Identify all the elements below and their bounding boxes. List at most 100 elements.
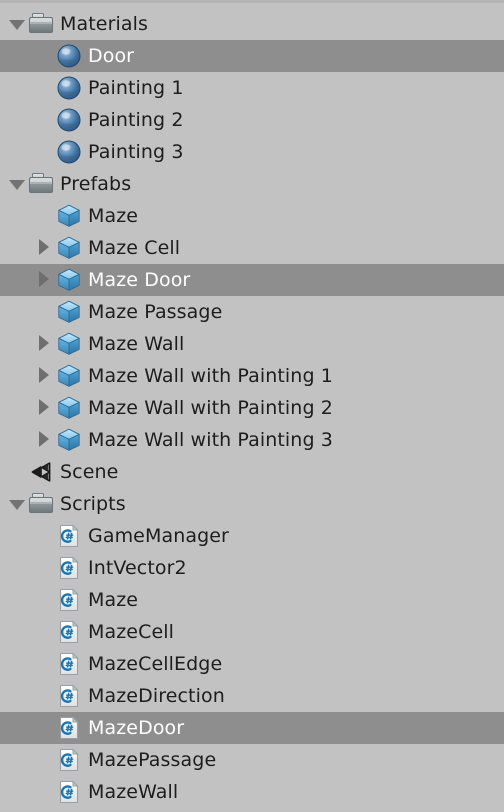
tree-item-label: Maze Wall with Painting 1 [88,365,333,387]
material-icon [56,139,82,165]
tree-item-label: Painting 2 [88,109,184,131]
tree-row[interactable]: Materials [0,8,504,40]
project-asset-tree-panel: Materials Door Painting 1 Painting 2 Paintin… [0,0,504,812]
tree-item-label: Painting 3 [88,141,184,163]
material-icon [56,75,82,101]
tree-item-label: Maze [88,205,139,227]
chevron-right-icon[interactable] [34,232,56,264]
tree-row[interactable]: Scene [0,456,504,488]
tree-row[interactable]: Maze Door [0,264,504,296]
prefab-icon [56,299,82,325]
tree-item-label: MazeCellEdge [88,653,223,675]
tree-item-label: Maze Passage [88,301,223,323]
tree-item-label: Door [88,45,135,67]
prefab-icon [56,331,82,357]
tree-row[interactable]: Maze Wall with Painting 2 [0,392,504,424]
chevron-down-icon[interactable] [6,488,28,520]
tree-item-label: Maze [88,589,139,611]
tree-item-label: Maze Cell [88,237,181,259]
tree-row[interactable]: Prefabs [0,168,504,200]
tree-item-label: Maze Door [88,269,191,291]
tree-row[interactable]: Maze [0,584,504,616]
tree-row[interactable]: MazePassage [0,744,504,776]
prefab-icon [56,235,82,261]
tree-row[interactable]: MazeCellEdge [0,648,504,680]
folder-icon [28,491,54,517]
tree-row[interactable]: Maze Wall with Painting 3 [0,424,504,456]
tree-item-label: IntVector2 [88,557,187,579]
tree-row[interactable]: Painting 3 [0,136,504,168]
prefab-icon [56,203,82,229]
tree-item-label: MazeDoor [88,717,185,739]
tree-row[interactable]: Painting 2 [0,104,504,136]
prefab-icon [56,267,82,293]
tree-item-label: Materials [60,13,148,35]
csharp-script-icon [56,587,82,613]
csharp-script-icon [56,747,82,773]
asset-tree[interactable]: Materials Door Painting 1 Painting 2 Paintin… [0,8,504,808]
tree-row[interactable]: Maze Wall with Painting 1 [0,360,504,392]
csharp-script-icon [56,683,82,709]
tree-item-label: Maze Wall with Painting 2 [88,397,333,419]
tree-item-label: MazeWall [88,781,179,803]
material-icon [56,107,82,133]
csharp-script-icon [56,651,82,677]
tree-item-label: Scene [60,461,119,483]
tree-item-label: MazePassage [88,749,217,771]
panel-top-border [0,0,504,3]
chevron-right-icon[interactable] [34,360,56,392]
chevron-down-icon[interactable] [6,8,28,40]
tree-item-label: MazeCell [88,621,175,643]
tree-row[interactable]: Maze Passage [0,296,504,328]
tree-row[interactable]: MazeWall [0,776,504,808]
tree-row[interactable]: Maze Cell [0,232,504,264]
tree-row[interactable]: MazeDirection [0,680,504,712]
folder-icon [28,171,54,197]
tree-row[interactable]: GameManager [0,520,504,552]
tree-row[interactable]: Maze Wall [0,328,504,360]
tree-row[interactable]: Maze [0,200,504,232]
prefab-icon [56,363,82,389]
chevron-right-icon[interactable] [34,328,56,360]
tree-item-label: Scripts [60,493,126,515]
tree-row[interactable]: Door [0,40,504,72]
csharp-script-icon [56,715,82,741]
chevron-right-icon[interactable] [34,264,56,296]
csharp-script-icon [56,619,82,645]
chevron-right-icon[interactable] [34,392,56,424]
tree-row[interactable]: IntVector2 [0,552,504,584]
tree-row[interactable]: MazeDoor [0,712,504,744]
tree-row[interactable]: Scripts [0,488,504,520]
chevron-right-icon[interactable] [34,424,56,456]
prefab-icon [56,427,82,453]
folder-icon [28,11,54,37]
unity-scene-icon [28,459,54,485]
csharp-script-icon [56,523,82,549]
tree-item-label: Maze Wall [88,333,185,355]
tree-item-label: MazeDirection [88,685,225,707]
tree-item-label: Prefabs [60,173,132,195]
chevron-down-icon[interactable] [6,168,28,200]
tree-item-label: Painting 1 [88,77,184,99]
prefab-icon [56,395,82,421]
tree-item-label: GameManager [88,525,229,547]
csharp-script-icon [56,779,82,805]
csharp-script-icon [56,555,82,581]
tree-row[interactable]: MazeCell [0,616,504,648]
tree-row[interactable]: Painting 1 [0,72,504,104]
